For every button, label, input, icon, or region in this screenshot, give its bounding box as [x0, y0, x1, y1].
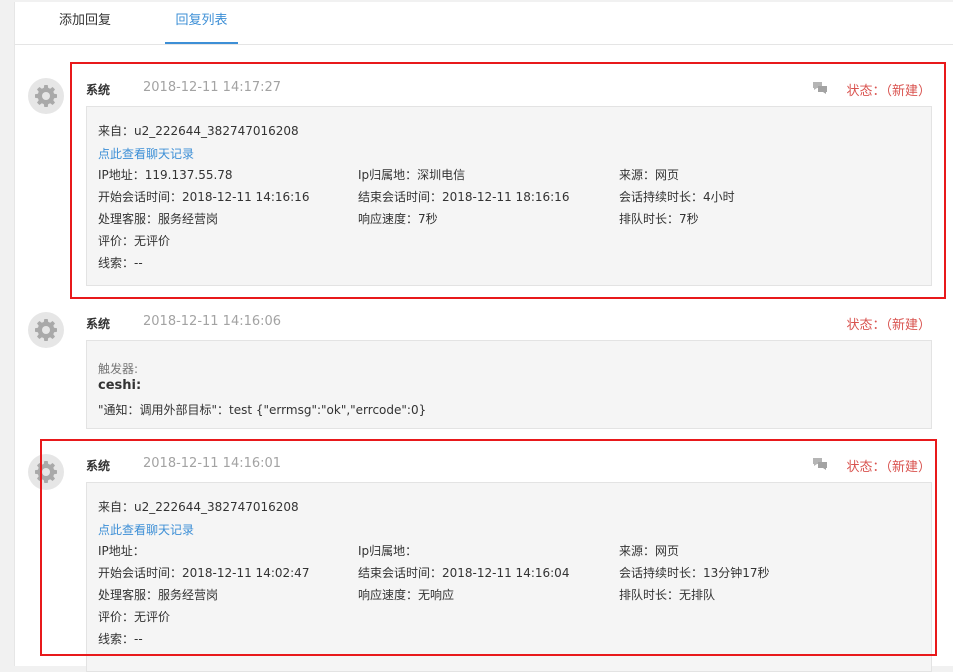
notify-text: "通知：调用外部目标"：test {"errmsg":"ok","errcode…: [98, 403, 427, 417]
entry-time: 2018-12-11 14:17:27: [143, 80, 282, 95]
entry-time: 2018-12-11 14:16:06: [143, 314, 282, 329]
ip-text: IP地址：119.137.55.78: [98, 168, 233, 182]
duration-text: 会话持续时长：4小时: [619, 190, 735, 204]
response-text: 响应速度：7秒: [358, 212, 438, 226]
queue-text: 排队时长：7秒: [619, 212, 699, 226]
author-name: 系统: [86, 459, 111, 473]
start-time-text: 开始会话时间：2018-12-11 14:16:16: [98, 190, 310, 204]
trigger-info-box: 触发器: ceshi: "通知：调用外部目标"：test {"errmsg":"…: [86, 340, 932, 429]
from-text: 来自：u2_222644_382747016208: [98, 124, 299, 138]
ip-location-text: Ip归属地：: [358, 544, 418, 558]
view-chat-link[interactable]: 点此查看聊天记录: [98, 521, 194, 538]
entry-time: 2018-12-11 14:16:01: [143, 456, 282, 471]
chat-bubble-icon[interactable]: [812, 81, 828, 95]
agent-text: 处理客服：服务经营岗: [98, 212, 219, 226]
source-text: 来源：网页: [619, 544, 680, 558]
end-time-text: 结束会话时间：2018-12-11 18:16:16: [358, 190, 570, 204]
source-text: 来源：网页: [619, 168, 680, 182]
tab-add-reply[interactable]: 添加回复: [59, 11, 111, 42]
ip-text: IP地址：: [98, 544, 145, 558]
avatar: [28, 78, 64, 114]
end-time-text: 结束会话时间：2018-12-11 14:16:04: [358, 566, 570, 580]
trigger-label: 触发器:: [98, 362, 139, 376]
view-chat-link[interactable]: 点此查看聊天记录: [98, 145, 194, 162]
status-badge: 状态：（新建）: [846, 318, 931, 333]
status-badge: 状态：（新建）: [846, 460, 931, 475]
duration-text: 会话持续时长：13分钟17秒: [619, 566, 770, 580]
author-name: 系统: [86, 317, 111, 331]
from-text: 来自：u2_222644_382747016208: [98, 500, 299, 514]
gear-icon: [35, 461, 57, 483]
tab-reply-list[interactable]: 回复列表: [165, 11, 238, 44]
chat-bubble-icon[interactable]: [812, 457, 828, 471]
start-time-text: 开始会话时间：2018-12-11 14:02:47: [98, 566, 310, 580]
avatar: [28, 312, 64, 348]
response-text: 响应速度：无响应: [358, 588, 455, 602]
rating-text: 评价：无评价: [98, 610, 171, 624]
trigger-name: ceshi:: [98, 378, 142, 393]
agent-text: 处理客服：服务经营岗: [98, 588, 219, 602]
tab-bar: 添加回复 回复列表: [15, 2, 953, 45]
rating-text: 评价：无评价: [98, 234, 171, 248]
avatar: [28, 454, 64, 490]
gear-icon: [35, 85, 57, 107]
queue-text: 排队时长：无排队: [619, 588, 716, 602]
status-badge: 状态：（新建）: [846, 84, 931, 99]
gear-icon: [35, 319, 57, 341]
clue-text: 线索：--: [98, 256, 143, 270]
session-info-box: 来自：u2_222644_382747016208 点此查看聊天记录 IP地址：…: [86, 482, 932, 672]
session-info-box: 来自：u2_222644_382747016208 点此查看聊天记录 IP地址：…: [86, 106, 932, 286]
ip-location-text: Ip归属地：深圳电信: [358, 168, 466, 182]
author-name: 系统: [86, 83, 111, 97]
clue-text: 线索：--: [98, 632, 143, 646]
reply-panel: 添加回复 回复列表 系统 2018-12-11 14:17:27 状态：（新建）…: [14, 2, 953, 672]
